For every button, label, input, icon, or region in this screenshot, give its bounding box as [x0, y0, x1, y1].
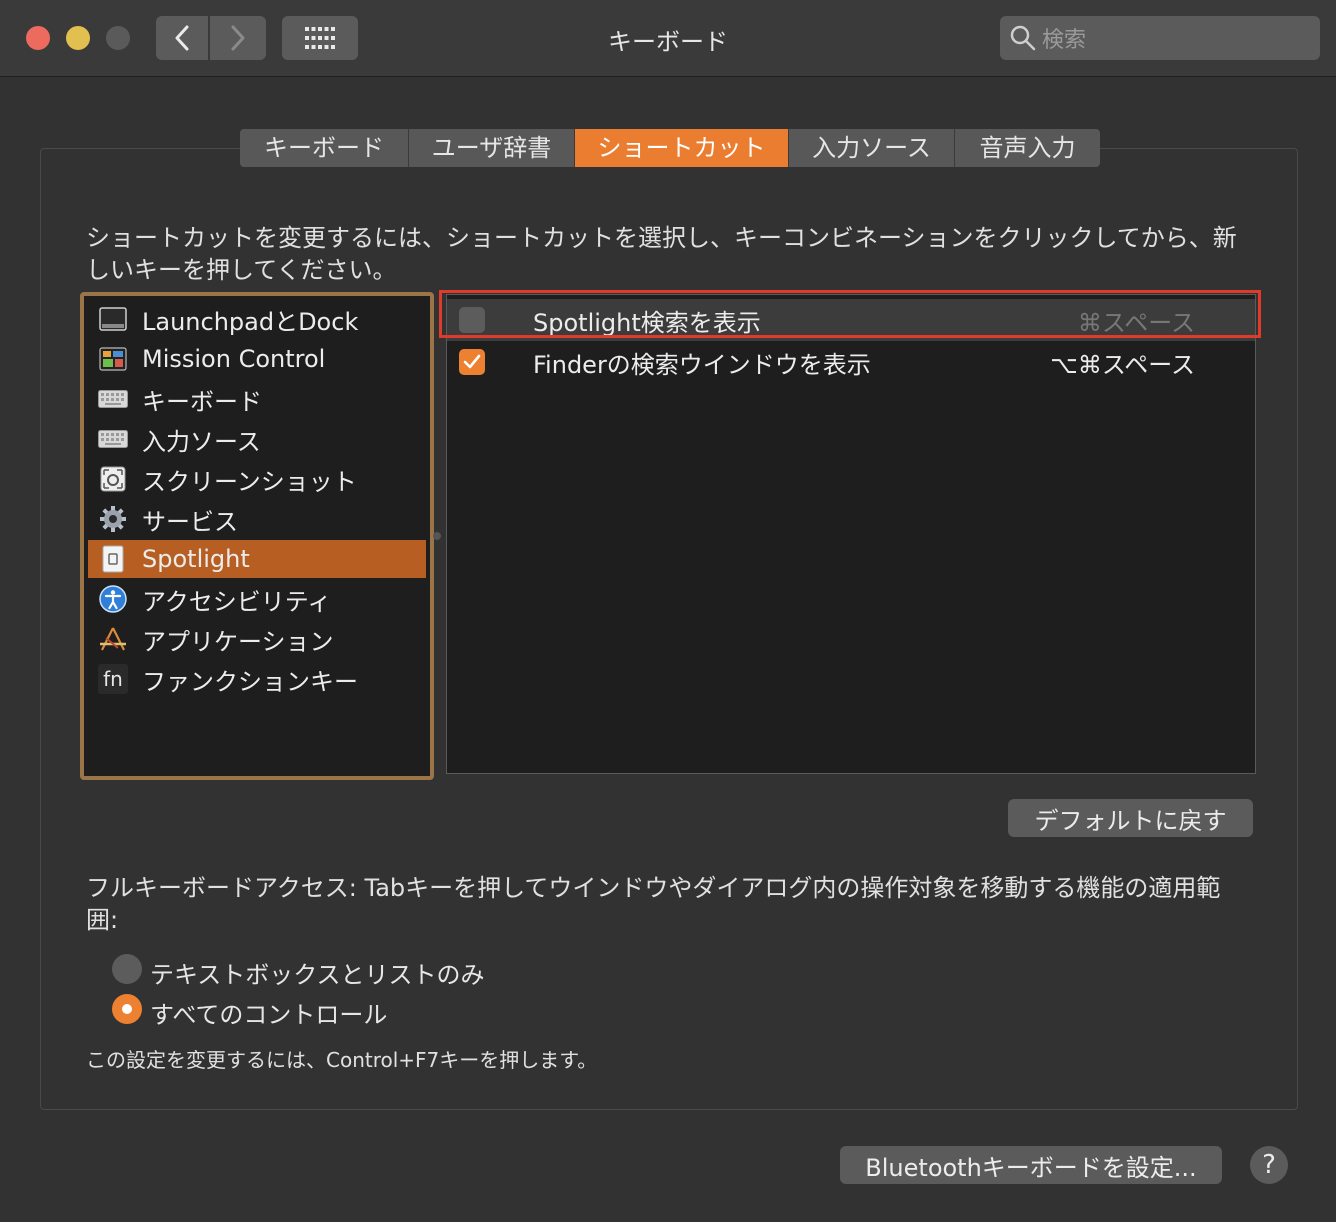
category-item-accessibility[interactable]: アクセシビリティ: [88, 580, 426, 618]
mission-control-icon: [98, 344, 128, 374]
checkmark-icon: [463, 354, 481, 369]
category-label: アクセシビリティ: [142, 587, 332, 616]
category-item-mission-control[interactable]: Mission Control: [88, 340, 426, 378]
category-label: ファンクションキー: [142, 667, 358, 696]
full-keyboard-access-description: フルキーボードアクセス: Tabキーを押してウインドウやダイアログ内の操作対象を…: [86, 874, 1221, 934]
keyboard-icon: [98, 384, 128, 414]
shortcut-label: Finderの検索ウインドウを表示: [533, 350, 871, 379]
search-placeholder: 検索: [1042, 28, 1087, 53]
restore-defaults-button[interactable]: デフォルトに戻す: [1008, 799, 1253, 837]
category-item-input-sources[interactable]: 入力ソース: [88, 420, 426, 458]
gear-icon: [98, 504, 128, 534]
launchpad-icon: [98, 304, 128, 334]
radio-text-boxes-and-lists[interactable]: [112, 954, 142, 984]
help-button[interactable]: ?: [1250, 1146, 1288, 1184]
setup-bluetooth-keyboard-button[interactable]: Bluetoothキーボードを設定...: [840, 1146, 1222, 1184]
category-label: アプリケーション: [142, 627, 334, 656]
tab-shortcuts[interactable]: ショートカット: [575, 129, 789, 167]
category-item-keyboard[interactable]: キーボード: [88, 380, 426, 418]
keyboard-icon: [98, 424, 128, 454]
category-label: キーボード: [142, 387, 262, 416]
spotlight-icon: [98, 544, 128, 574]
highlight-annotation: [439, 290, 1261, 338]
accessibility-icon: [98, 584, 128, 614]
tab-input-sources[interactable]: 入力ソース: [789, 129, 955, 167]
tab-bar: キーボード ユーザ辞書 ショートカット 入力ソース 音声入力: [240, 129, 1100, 167]
category-item-services[interactable]: サービス: [88, 500, 426, 538]
splitter-handle[interactable]: [433, 532, 441, 540]
shortcut-note: この設定を変更するには、Control+F7キーを押します。: [86, 1048, 598, 1072]
radio-label: すべてのコントロール: [150, 1001, 388, 1029]
search-field[interactable]: 検索: [1000, 16, 1320, 60]
category-item-function-keys[interactable]: fn ファンクションキー: [88, 660, 426, 698]
tab-keyboard[interactable]: キーボード: [240, 129, 409, 167]
radio-label: テキストボックスとリストのみ: [150, 961, 485, 989]
category-item-applications[interactable]: アプリケーション: [88, 620, 426, 658]
category-item-spotlight[interactable]: Spotlight: [88, 540, 426, 578]
category-label: サービス: [142, 507, 238, 536]
app-store-icon: [98, 624, 128, 654]
screenshot-icon: [98, 464, 128, 494]
shortcut-row-finder-search[interactable]: Finderの検索ウインドウを表示 ⌥⌘スペース: [447, 341, 1255, 383]
title-bar: キーボード 検索: [0, 0, 1336, 77]
shortcut-checkbox[interactable]: [459, 349, 485, 375]
instructions-text: ショートカットを変更するには、ショートカットを選択し、キーコンビネーションをクリ…: [86, 224, 1237, 284]
category-list[interactable]: LaunchpadとDock Mission Control キーボード 入力ソ…: [80, 292, 434, 780]
category-item-launchpad-dock[interactable]: LaunchpadとDock: [88, 300, 426, 338]
shortcut-list[interactable]: Spotlight検索を表示 ⌘スペース Finderの検索ウインドウを表示 ⌥…: [446, 294, 1256, 774]
category-label: Mission Control: [142, 345, 326, 373]
shortcut-key[interactable]: ⌥⌘スペース: [1050, 345, 1195, 380]
tab-dictation[interactable]: 音声入力: [955, 129, 1100, 167]
tab-user-dictionary[interactable]: ユーザ辞書: [409, 129, 575, 167]
category-label: Spotlight: [142, 545, 250, 573]
category-label: LaunchpadとDock: [142, 307, 359, 336]
category-label: 入力ソース: [142, 427, 261, 456]
search-icon: [1010, 25, 1036, 51]
category-label: スクリーンショット: [142, 467, 357, 496]
fn-key-icon: fn: [98, 664, 128, 694]
radio-all-controls[interactable]: [112, 994, 142, 1024]
category-item-screenshots[interactable]: スクリーンショット: [88, 460, 426, 498]
